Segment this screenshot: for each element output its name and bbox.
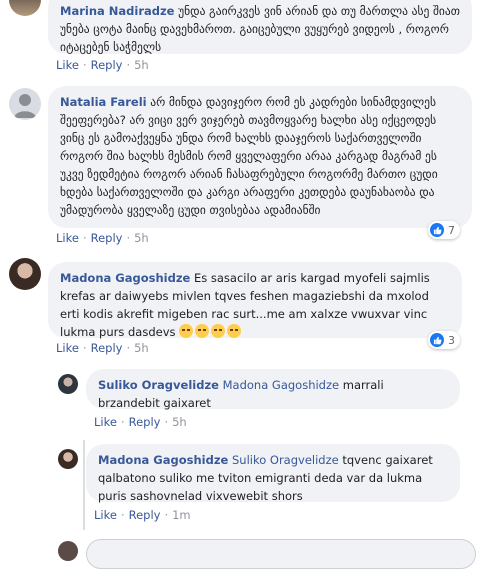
reply-mention[interactable]: Suliko Oragvelidze bbox=[232, 453, 339, 467]
reply-actions: Like · Reply · 1m bbox=[94, 508, 191, 522]
reply-author[interactable]: Suliko Oragvelidze bbox=[98, 378, 219, 392]
reply-link[interactable]: Reply bbox=[129, 508, 161, 522]
reply-link[interactable]: Reply bbox=[91, 341, 123, 355]
timestamp[interactable]: 5h bbox=[134, 231, 149, 245]
reply-bubble: Madona Gagoshidze Suliko Oragvelidze tqv… bbox=[86, 444, 460, 503]
reply-link[interactable]: Reply bbox=[129, 415, 161, 429]
reaction-count: 3 bbox=[448, 333, 455, 347]
comment-bubble: Natalia Fareli არ მინდა დავიჯერო რომ ეს … bbox=[48, 86, 472, 228]
reply-link[interactable]: Reply bbox=[91, 58, 123, 72]
reaction-summary[interactable]: 7 bbox=[428, 221, 460, 239]
timestamp[interactable]: 5h bbox=[134, 58, 149, 72]
reaction-summary[interactable]: 3 bbox=[428, 331, 460, 349]
reaction-count: 7 bbox=[448, 223, 455, 237]
disappointed-face-emoji bbox=[179, 324, 194, 338]
reply-bubble: Suliko Oragvelidze Madona Gagoshidze mar… bbox=[86, 369, 460, 410]
avatar[interactable] bbox=[9, 258, 41, 290]
reply-mention[interactable]: Madona Gagoshidze bbox=[223, 378, 339, 392]
reply-input[interactable] bbox=[86, 539, 476, 569]
avatar[interactable] bbox=[9, 88, 41, 120]
emoji-group bbox=[179, 324, 243, 339]
disappointed-face-emoji bbox=[227, 324, 242, 338]
like-link[interactable]: Like bbox=[56, 341, 79, 355]
avatar[interactable] bbox=[9, 0, 41, 16]
timestamp[interactable]: 5h bbox=[134, 341, 149, 355]
avatar[interactable] bbox=[58, 449, 78, 469]
comment-author[interactable]: Madona Gagoshidze bbox=[60, 271, 190, 285]
reply-thread-line bbox=[83, 440, 85, 530]
comment-author[interactable]: Marina Nadiradze bbox=[60, 4, 174, 18]
comment-text: არ მინდა დავიჯერო რომ ეს კადრები სინამდვ… bbox=[60, 95, 438, 217]
reply-link[interactable]: Reply bbox=[91, 231, 123, 245]
comment-bubble: Madona Gagoshidze Es sasacilo ar aris ka… bbox=[48, 262, 462, 339]
reply-actions: Like · Reply · 5h bbox=[94, 415, 187, 429]
thumbs-up-icon bbox=[430, 223, 444, 237]
like-link[interactable]: Like bbox=[56, 58, 79, 72]
thumbs-up-icon bbox=[430, 333, 444, 347]
avatar[interactable] bbox=[58, 374, 78, 394]
reply-author[interactable]: Madona Gagoshidze bbox=[98, 453, 228, 467]
timestamp[interactable]: 5h bbox=[172, 415, 187, 429]
comment-actions: Like · Reply · 5h bbox=[56, 231, 149, 245]
disappointed-face-emoji bbox=[211, 324, 226, 338]
comment-bubble: Marina Nadiradze უნდა გაირკვეს ვინ არიან… bbox=[48, 0, 472, 54]
like-link[interactable]: Like bbox=[94, 508, 117, 522]
like-link[interactable]: Like bbox=[56, 231, 79, 245]
avatar-placeholder-icon bbox=[14, 94, 36, 118]
comment-author[interactable]: Natalia Fareli bbox=[60, 95, 147, 109]
like-link[interactable]: Like bbox=[94, 415, 117, 429]
timestamp[interactable]: 1m bbox=[172, 508, 191, 522]
comment-actions: Like · Reply · 5h bbox=[56, 341, 149, 355]
disappointed-face-emoji bbox=[195, 324, 210, 338]
composer-avatar bbox=[58, 541, 78, 561]
comment-actions: Like · Reply · 5h bbox=[56, 58, 149, 72]
